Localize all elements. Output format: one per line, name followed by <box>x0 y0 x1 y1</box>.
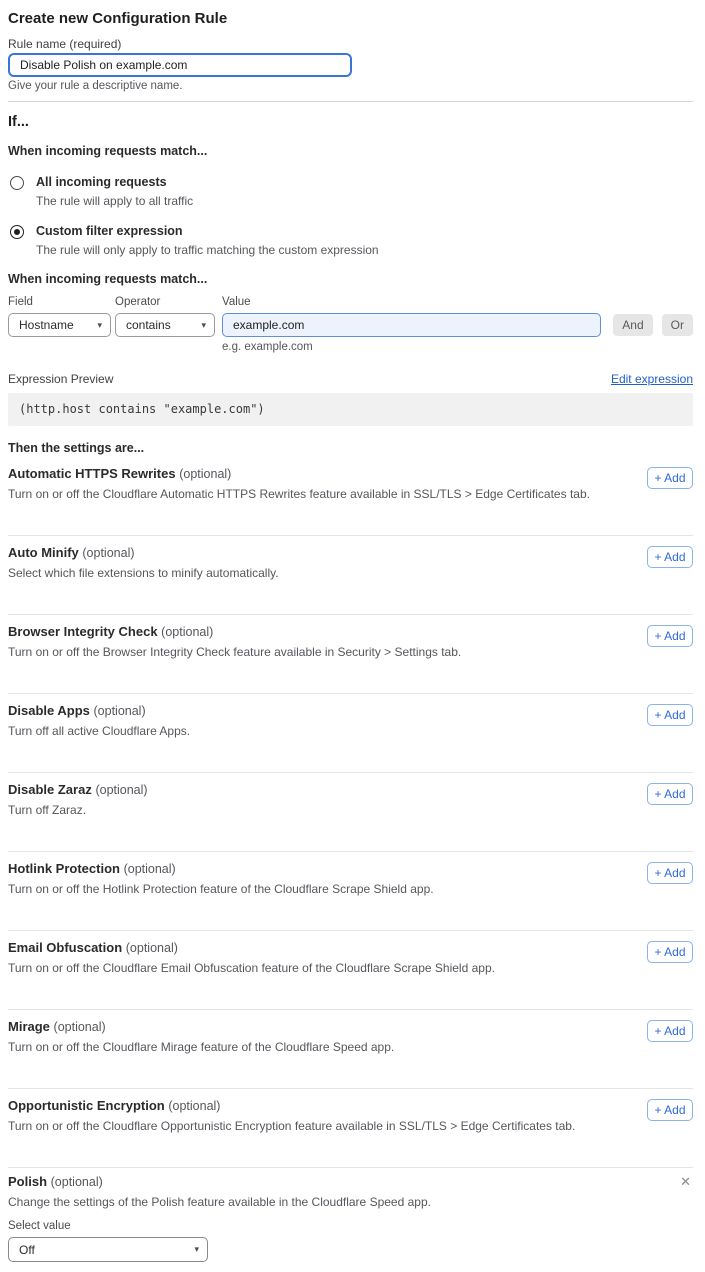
radio-icon[interactable] <box>10 225 24 239</box>
value-input[interactable] <box>222 313 601 337</box>
value-label: Value <box>222 296 601 309</box>
edit-expression-link[interactable]: Edit expression <box>611 372 693 387</box>
value-helper: e.g. example.com <box>222 341 601 354</box>
add-setting-button[interactable]: + Add <box>647 704 693 726</box>
setting-description: Turn on or off the Browser Integrity Che… <box>8 645 461 660</box>
and-button[interactable]: And <box>613 314 652 336</box>
setting-row: Opportunistic Encryption (optional) Turn… <box>8 1089 693 1168</box>
setting-title: Mirage (optional) <box>8 1018 394 1036</box>
polish-select-label: Select value <box>8 1220 693 1233</box>
expression-preview-label: Expression Preview <box>8 372 113 387</box>
rule-name-label: Rule name (required) <box>8 37 693 51</box>
add-setting-button[interactable]: + Add <box>647 625 693 647</box>
optional-suffix: (optional) <box>94 704 146 718</box>
setting-description: Turn off all active Cloudflare Apps. <box>8 724 190 739</box>
if-heading: If... <box>8 114 693 131</box>
radio-option-all-requests[interactable]: All incoming requests The rule will appl… <box>8 175 693 209</box>
setting-description: Turn on or off the Cloudflare Mirage fea… <box>8 1040 394 1055</box>
setting-title: Opportunistic Encryption (optional) <box>8 1097 575 1115</box>
operator-select[interactable]: contains ▾ <box>115 313 215 337</box>
rule-name-helper: Give your rule a descriptive name. <box>8 80 693 93</box>
field-select-value: Hostname <box>19 318 74 332</box>
page-title: Create new Configuration Rule <box>8 10 693 28</box>
optional-suffix: (optional) <box>126 941 178 955</box>
setting-title: Browser Integrity Check (optional) <box>8 623 461 641</box>
expression-builder-row: Field Hostname ▾ Operator contains ▾ Val… <box>8 296 693 354</box>
rule-name-group: Rule name (required) Give your rule a de… <box>8 37 693 93</box>
setting-title: Disable Zaraz (optional) <box>8 781 148 799</box>
add-setting-button[interactable]: + Add <box>647 1099 693 1121</box>
or-button[interactable]: Or <box>662 314 693 336</box>
match-type-radio-group: All incoming requests The rule will appl… <box>8 175 693 258</box>
operator-label: Operator <box>115 296 215 309</box>
setting-row: Automatic HTTPS Rewrites (optional) Turn… <box>8 457 693 536</box>
settings-list: Automatic HTTPS Rewrites (optional) Turn… <box>8 457 693 1168</box>
polish-section: Polish (optional) ✕ Change the settings … <box>8 1168 693 1262</box>
setting-row: Auto Minify (optional) Select which file… <box>8 536 693 615</box>
optional-suffix: (optional) <box>168 1099 220 1113</box>
setting-description: Turn on or off the Cloudflare Automatic … <box>8 487 590 502</box>
setting-title: Disable Apps (optional) <box>8 702 190 720</box>
optional-suffix: (optional) <box>161 625 213 639</box>
add-setting-button[interactable]: + Add <box>647 546 693 568</box>
chevron-down-icon: ▾ <box>201 321 206 330</box>
chevron-down-icon: ▾ <box>194 1245 199 1254</box>
optional-suffix: (optional) <box>95 783 147 797</box>
setting-title: Auto Minify (optional) <box>8 544 279 562</box>
setting-description: Turn on or off the Cloudflare Email Obfu… <box>8 961 495 976</box>
polish-select-value: Off <box>19 1243 35 1257</box>
setting-row: Email Obfuscation (optional) Turn on or … <box>8 931 693 1010</box>
add-setting-button[interactable]: + Add <box>647 1020 693 1042</box>
add-setting-button[interactable]: + Add <box>647 862 693 884</box>
radio-icon[interactable] <box>10 176 24 190</box>
radio-option-description: The rule will apply to all traffic <box>36 194 193 209</box>
builder-heading: When incoming requests match... <box>8 272 693 287</box>
optional-suffix: (optional) <box>124 862 176 876</box>
expression-preview-code: (http.host contains "example.com") <box>8 393 693 426</box>
radio-option-description: The rule will only apply to traffic matc… <box>36 243 379 258</box>
radio-option-label: All incoming requests <box>36 175 193 190</box>
polish-description: Change the settings of the Polish featur… <box>8 1195 693 1209</box>
match-label: When incoming requests match... <box>8 144 693 159</box>
setting-description: Select which file extensions to minify a… <box>8 566 279 581</box>
setting-row: Disable Zaraz (optional) Turn off Zaraz.… <box>8 773 693 852</box>
close-icon[interactable]: ✕ <box>678 1174 693 1190</box>
setting-row: Browser Integrity Check (optional) Turn … <box>8 615 693 694</box>
setting-row: Hotlink Protection (optional) Turn on or… <box>8 852 693 931</box>
setting-title: Email Obfuscation (optional) <box>8 939 495 957</box>
optional-suffix: (optional) <box>179 467 231 481</box>
setting-row: Mirage (optional) Turn on or off the Clo… <box>8 1010 693 1089</box>
polish-value-select[interactable]: Off ▾ <box>8 1237 208 1262</box>
radio-option-custom-expression[interactable]: Custom filter expression The rule will o… <box>8 224 693 258</box>
optional-suffix: (optional) <box>54 1020 106 1034</box>
optional-suffix: (optional) <box>82 546 134 560</box>
radio-option-label: Custom filter expression <box>36 224 379 239</box>
optional-suffix: (optional) <box>51 1175 103 1189</box>
rule-name-input[interactable] <box>8 53 352 77</box>
setting-title: Hotlink Protection (optional) <box>8 860 434 878</box>
setting-description: Turn on or off the Hotlink Protection fe… <box>8 882 434 897</box>
add-setting-button[interactable]: + Add <box>647 783 693 805</box>
add-setting-button[interactable]: + Add <box>647 941 693 963</box>
polish-title: Polish (optional) <box>8 1174 103 1190</box>
add-setting-button[interactable]: + Add <box>647 467 693 489</box>
chevron-down-icon: ▾ <box>97 321 102 330</box>
setting-description: Turn on or off the Cloudflare Opportunis… <box>8 1119 575 1134</box>
field-select[interactable]: Hostname ▾ <box>8 313 111 337</box>
section-divider <box>8 101 693 102</box>
field-label: Field <box>8 296 111 309</box>
then-label: Then the settings are... <box>8 441 693 456</box>
setting-title: Automatic HTTPS Rewrites (optional) <box>8 465 590 483</box>
setting-row: Disable Apps (optional) Turn off all act… <box>8 694 693 773</box>
operator-select-value: contains <box>126 318 171 332</box>
setting-description: Turn off Zaraz. <box>8 803 148 818</box>
